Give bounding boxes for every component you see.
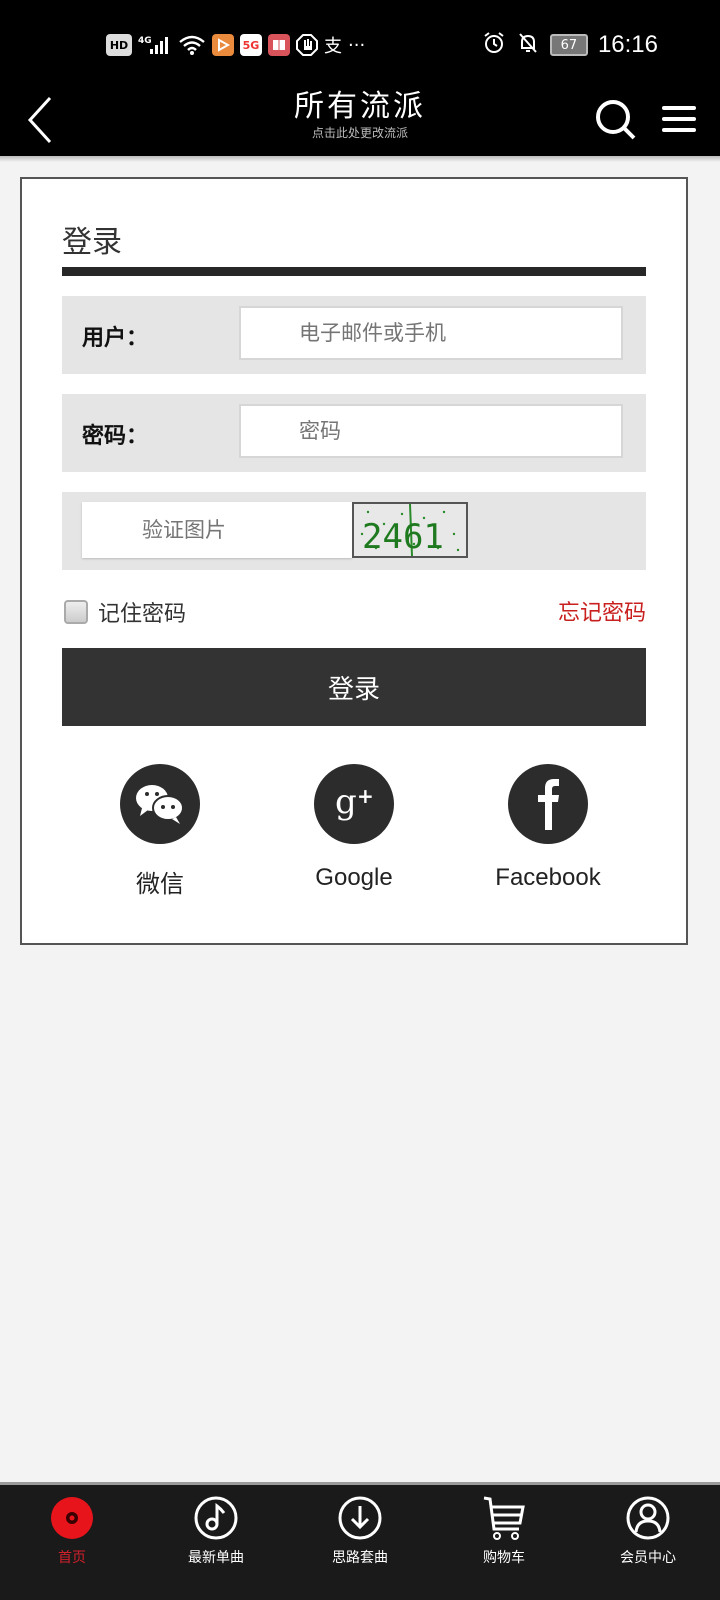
google-login-button[interactable]: g + Google (274, 764, 434, 892)
facebook-icon (538, 779, 559, 830)
wechat-label: 微信 (136, 871, 184, 898)
svg-text:g: g (335, 782, 357, 822)
nav-label: 会员中心 (620, 1550, 676, 1566)
wechat-icon (136, 785, 184, 824)
remember-password[interactable]: 记住密码 (64, 596, 186, 628)
status-right-icons: 67 16:16 (482, 30, 658, 60)
video-app-icon (212, 34, 234, 56)
google-label: Google (315, 864, 393, 891)
password-label: 密码： (82, 424, 149, 449)
top-bar: 所有流派 点击此处更改流派 (0, 88, 720, 156)
nav-label: 购物车 (483, 1550, 525, 1566)
user-circle-icon (626, 1496, 670, 1540)
heading-divider (62, 267, 646, 276)
vinyl-record-icon (51, 1497, 93, 1539)
nav-item-home[interactable]: 首页 (0, 1485, 144, 1600)
captcha-row: 2461 (62, 492, 646, 570)
hd-icon: HD (106, 34, 132, 56)
login-button[interactable]: 登录 (62, 648, 646, 726)
nav-item-suites[interactable]: 思路套曲 (288, 1485, 432, 1600)
login-card: 登录 用户： 密码： 2461 记住密码 忘记密码 登录 (20, 177, 688, 945)
captcha-input[interactable] (82, 502, 352, 558)
facebook-login-button[interactable]: Facebook (468, 764, 628, 892)
username-label: 用户： (82, 326, 149, 351)
wifi-icon (178, 34, 206, 56)
nav-label: 思路套曲 (332, 1550, 388, 1566)
alipay-icon: 支 (324, 36, 342, 57)
login-heading: 登录 (62, 225, 122, 260)
reader-app-icon (268, 34, 290, 56)
search-button[interactable] (594, 98, 638, 142)
svg-text:+: + (357, 784, 374, 808)
battery-indicator: 67 (549, 34, 588, 56)
bottom-nav: 首页 最新单曲 思路套曲 购物车 会员中心 (0, 1482, 720, 1600)
download-circle-icon (338, 1496, 382, 1540)
nav-item-latest-singles[interactable]: 最新单曲 (144, 1485, 288, 1600)
facebook-label: Facebook (495, 864, 601, 891)
menu-button[interactable] (660, 100, 700, 140)
password-input[interactable] (239, 404, 623, 458)
music-note-icon (194, 1496, 238, 1540)
svg-text:4G: 4G (138, 36, 152, 46)
captcha-image[interactable]: 2461 (352, 502, 468, 558)
signal-4g-icon: 4G (138, 34, 172, 56)
more-icon: ··· (348, 34, 366, 56)
search-icon (596, 100, 636, 140)
wechat-login-button[interactable]: 微信 (80, 764, 240, 899)
hand-stop-icon (296, 34, 318, 56)
password-row: 密码： (62, 394, 646, 472)
nav-item-member-center[interactable]: 会员中心 (576, 1485, 720, 1600)
header-shadow (0, 156, 720, 162)
shopping-cart-icon (483, 1496, 525, 1540)
5g-app-icon: 5G (240, 34, 262, 56)
nav-item-cart[interactable]: 购物车 (432, 1485, 576, 1600)
nav-label: 首页 (58, 1550, 86, 1566)
alarm-icon (482, 31, 506, 59)
username-row: 用户： (62, 296, 646, 374)
nav-label: 最新单曲 (188, 1550, 244, 1566)
mute-bell-icon (516, 31, 540, 59)
google-plus-icon: g + (335, 782, 374, 822)
clock: 16:16 (597, 31, 658, 58)
hamburger-menu-icon (662, 106, 696, 132)
captcha-text: 2461 (362, 517, 444, 556)
remember-checkbox[interactable] (64, 600, 88, 624)
status-left-icons: HD 4G 5G 支 ··· (106, 30, 365, 60)
remember-label: 记住密码 (98, 602, 187, 627)
forgot-password-link[interactable]: 忘记密码 (558, 595, 646, 627)
username-input[interactable] (239, 306, 623, 360)
status-bar: HD 4G 5G 支 ··· 67 16:16 (0, 0, 720, 88)
